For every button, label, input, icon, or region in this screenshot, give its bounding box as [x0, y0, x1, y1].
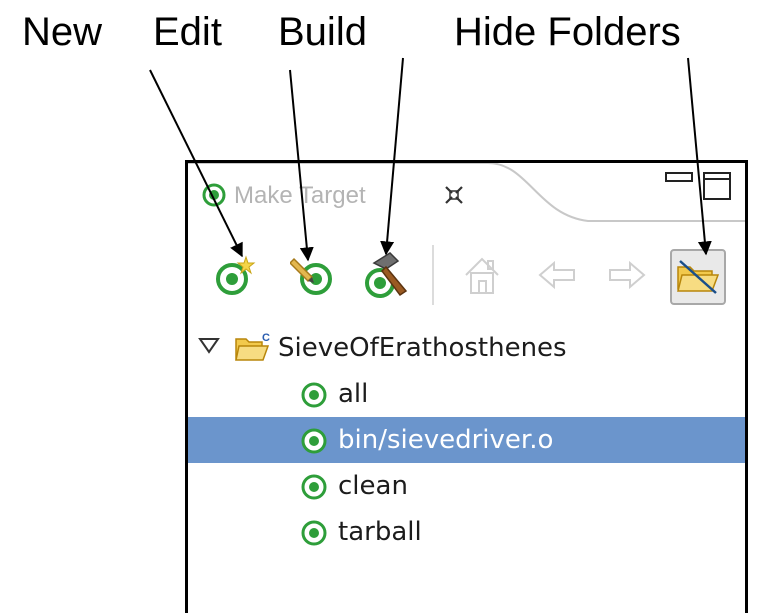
callout-arrows: [149, 57, 712, 262]
arrow-hide-folders: [687, 57, 712, 256]
arrow-edit: [289, 69, 314, 262]
arrow-build: [380, 57, 404, 256]
arrow-new: [149, 69, 243, 258]
